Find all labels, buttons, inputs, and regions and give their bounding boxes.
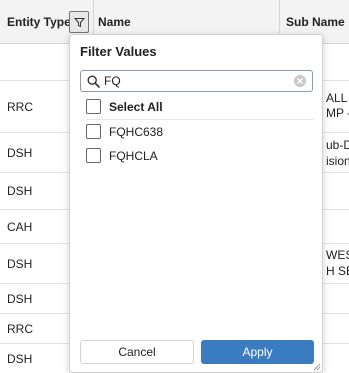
column-header-entity-type[interactable]: Entity Type	[7, 0, 71, 44]
search-icon	[87, 75, 100, 88]
option-checkbox[interactable]	[86, 124, 101, 139]
entity-type-cell: DSH	[7, 256, 33, 271]
sub-name-cell-text: ub-Di	[326, 138, 349, 152]
entity-type-cell: DSH	[7, 291, 33, 306]
search-input[interactable]	[104, 73, 284, 89]
divider	[86, 119, 314, 120]
entity-type-cell: CAH	[7, 219, 33, 234]
resize-grip-icon[interactable]	[312, 362, 321, 371]
filter-icon	[73, 17, 85, 27]
entity-type-cell: DSH	[7, 145, 33, 160]
popup-title: Filter Values	[80, 44, 157, 59]
select-all-option[interactable]: Select All	[86, 99, 163, 114]
sub-name-cell-text: MP -	[326, 106, 349, 120]
filter-option-fqhc638[interactable]: FQHC638	[86, 124, 163, 139]
option-label: FQHCLA	[109, 148, 158, 163]
apply-button[interactable]: Apply	[201, 340, 314, 364]
column-filter-button[interactable]	[69, 11, 89, 33]
search-box[interactable]	[80, 70, 313, 92]
entity-type-cell: RRC	[7, 321, 33, 336]
entity-type-cell: DSH	[7, 184, 33, 198]
clear-search-icon[interactable]	[293, 74, 307, 88]
sub-name-cell-text: H SER	[326, 264, 349, 278]
filter-option-fqhcla[interactable]: FQHCLA	[86, 148, 158, 163]
select-all-label: Select All	[109, 99, 163, 114]
select-all-checkbox[interactable]	[86, 99, 101, 114]
option-checkbox[interactable]	[86, 148, 101, 163]
cancel-button[interactable]: Cancel	[80, 340, 194, 364]
option-label: FQHC638	[109, 124, 164, 139]
filter-values-popup: Filter Values Select All FQHC638 FQHCLA …	[69, 34, 323, 373]
entity-type-cell: RRC	[7, 99, 33, 114]
sub-name-cell-text: ALL N	[326, 91, 349, 105]
entity-type-cell: DSH	[7, 351, 33, 366]
sub-name-cell-text: ision	[326, 154, 349, 168]
sub-name-cell-text: WEST	[326, 248, 349, 262]
